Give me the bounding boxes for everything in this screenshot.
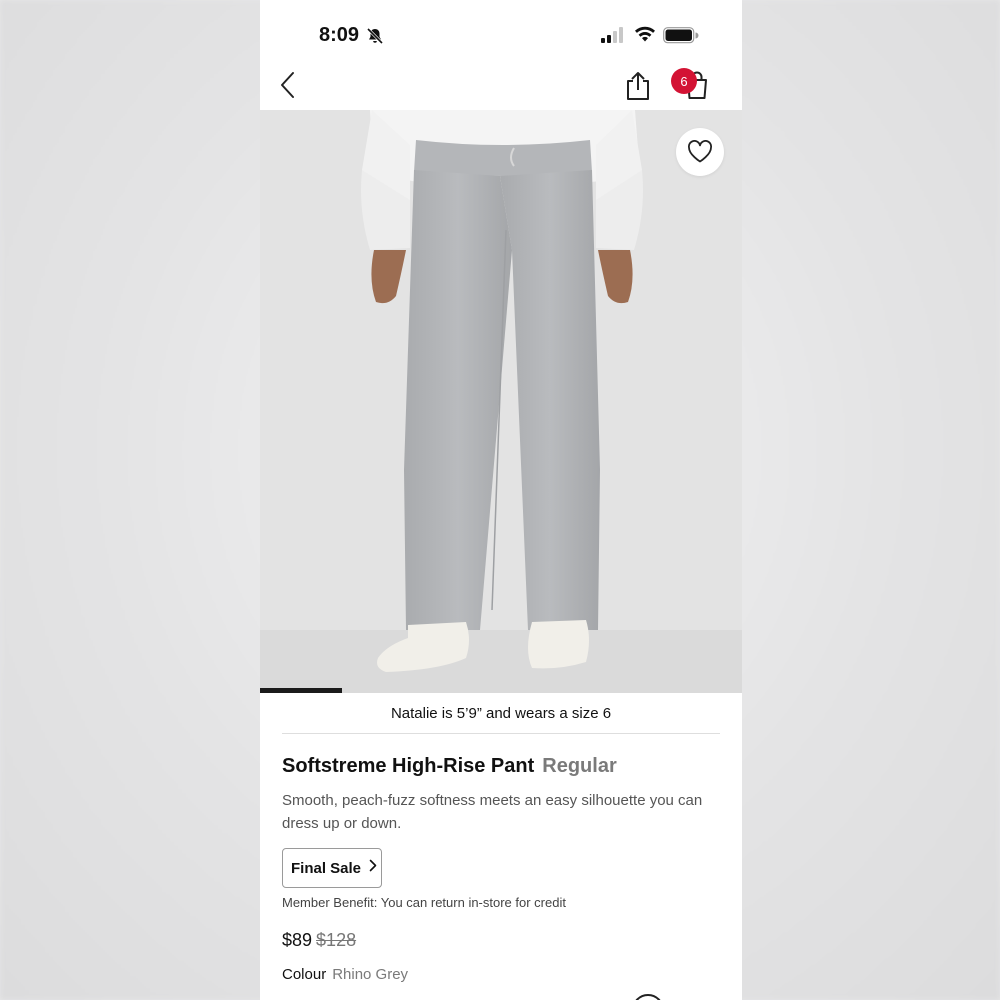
wifi-icon bbox=[634, 25, 656, 48]
bell-slash-icon bbox=[366, 27, 384, 50]
bag-count-badge: 6 bbox=[671, 68, 697, 94]
product-description: Smooth, peach-fuzz softness meets an eas… bbox=[282, 792, 703, 832]
sale-price: $89 bbox=[282, 930, 313, 950]
gallery-progress bbox=[260, 688, 742, 693]
signal-icon bbox=[601, 27, 625, 48]
product-title-row: Softstreme High-Rise Pant Regular bbox=[282, 755, 722, 778]
model-photo bbox=[260, 110, 742, 693]
product-fit: Regular bbox=[542, 755, 617, 777]
price-row: $89 $128 bbox=[282, 930, 356, 951]
original-price: $128 bbox=[316, 930, 357, 950]
colour-label: Colour bbox=[282, 966, 327, 983]
status-time: 8:09 bbox=[319, 24, 360, 46]
gallery-progress-fill bbox=[260, 688, 342, 693]
product-name: Softstreme High-Rise Pant bbox=[282, 755, 535, 777]
final-sale-label: Final Sale bbox=[291, 859, 362, 877]
chevron-right-icon bbox=[369, 859, 377, 877]
product-image[interactable] bbox=[260, 110, 742, 693]
colour-row: Colour Rhino Grey bbox=[282, 966, 408, 983]
share-icon[interactable] bbox=[624, 70, 652, 102]
colour-swatch[interactable] bbox=[632, 994, 664, 1000]
member-benefit: Member Benefit: You can return in-store … bbox=[282, 895, 566, 910]
final-sale-button[interactable]: Final Sale bbox=[282, 848, 382, 888]
colour-value: Rhino Grey bbox=[332, 966, 409, 983]
model-size-caption: Natalie is 5’9” and wears a size 6 bbox=[282, 700, 720, 734]
status-bar: 8:09 bbox=[260, 0, 742, 60]
favorite-heart-icon[interactable] bbox=[676, 128, 724, 176]
phone-screen: 8:09 6 Natalie is 5’9” and wears a size … bbox=[260, 0, 742, 1000]
back-chevron-icon[interactable] bbox=[278, 70, 302, 100]
battery-icon bbox=[663, 27, 699, 49]
top-nav: 6 bbox=[260, 60, 742, 110]
